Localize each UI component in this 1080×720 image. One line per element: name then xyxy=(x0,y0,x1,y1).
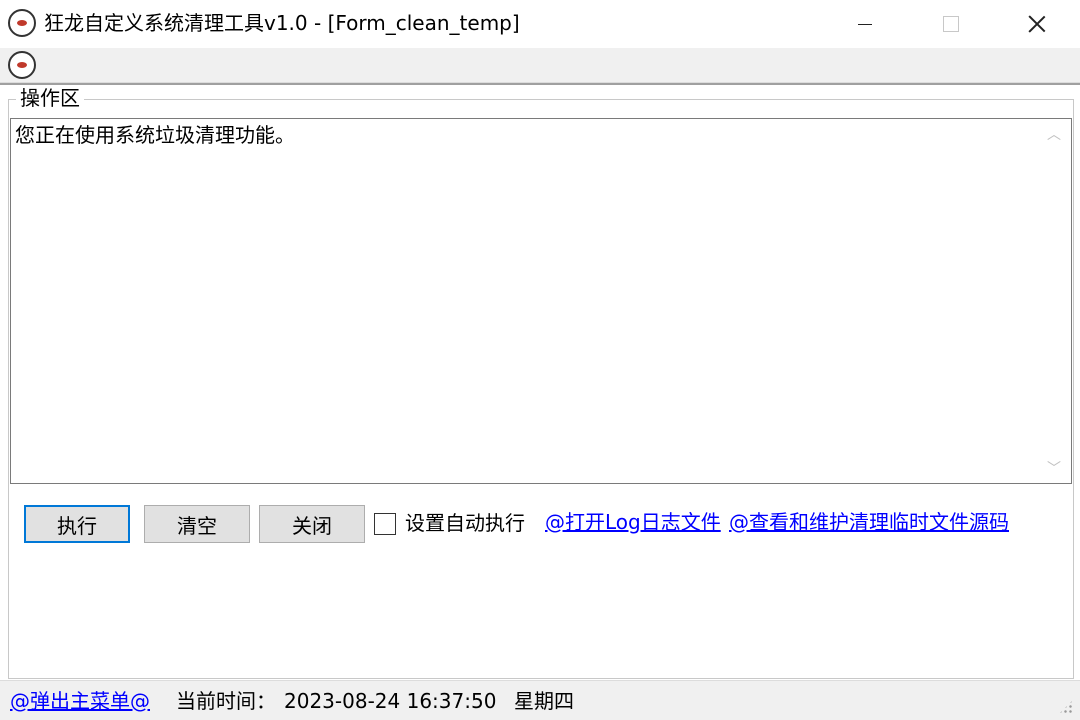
operation-group-legend: 操作区 xyxy=(16,85,84,111)
resize-grip-icon[interactable] xyxy=(1058,699,1074,715)
auto-exec-label[interactable]: 设置自动执行 xyxy=(405,509,525,537)
minimize-icon xyxy=(858,23,872,25)
vertical-scrollbar[interactable]: ︿ ﹀ xyxy=(1037,119,1071,483)
current-time-value: 2023-08-24 16:37:50 xyxy=(284,689,497,713)
auto-exec-checkbox[interactable] xyxy=(374,513,396,535)
weekday-label: 星期四 xyxy=(514,689,574,713)
close-icon xyxy=(1028,15,1046,33)
execute-button[interactable]: 执行 xyxy=(24,505,130,543)
clear-button[interactable]: 清空 xyxy=(144,505,250,543)
app-window: 狂龙自定义系统清理工具v1.0 - [Form_clean_temp] 操作区 … xyxy=(0,0,1080,720)
maximize-icon xyxy=(943,16,959,32)
scroll-down-icon[interactable]: ﹀ xyxy=(1037,453,1071,483)
output-text: 您正在使用系统垃圾清理功能。 xyxy=(15,123,295,147)
close-button[interactable]: 关闭 xyxy=(259,505,365,543)
minimize-button[interactable] xyxy=(822,0,908,48)
current-time-label: 当前时间： xyxy=(176,689,276,713)
scroll-up-icon[interactable]: ︿ xyxy=(1037,119,1071,149)
window-title: 狂龙自定义系统清理工具v1.0 - [Form_clean_temp] xyxy=(44,11,520,35)
view-source-link[interactable]: @查看和维护清理临时文件源码 xyxy=(729,508,1009,536)
maximize-button[interactable] xyxy=(908,0,994,48)
app-logo-icon xyxy=(8,9,36,37)
status-bar: @弹出主菜单@ 当前时间： 2023-08-24 16:37:50 星期四 xyxy=(0,680,1080,720)
title-bar[interactable]: 狂龙自定义系统清理工具v1.0 - [Form_clean_temp] xyxy=(0,0,1080,48)
open-log-link[interactable]: @打开Log日志文件 xyxy=(545,508,721,536)
close-window-button[interactable] xyxy=(994,0,1080,48)
output-textarea[interactable]: 您正在使用系统垃圾清理功能。 ︿ ﹀ xyxy=(10,118,1072,484)
main-menu-link[interactable]: @弹出主菜单@ xyxy=(10,687,150,715)
app-logo-icon[interactable] xyxy=(8,51,36,79)
menu-strip xyxy=(0,48,1080,83)
